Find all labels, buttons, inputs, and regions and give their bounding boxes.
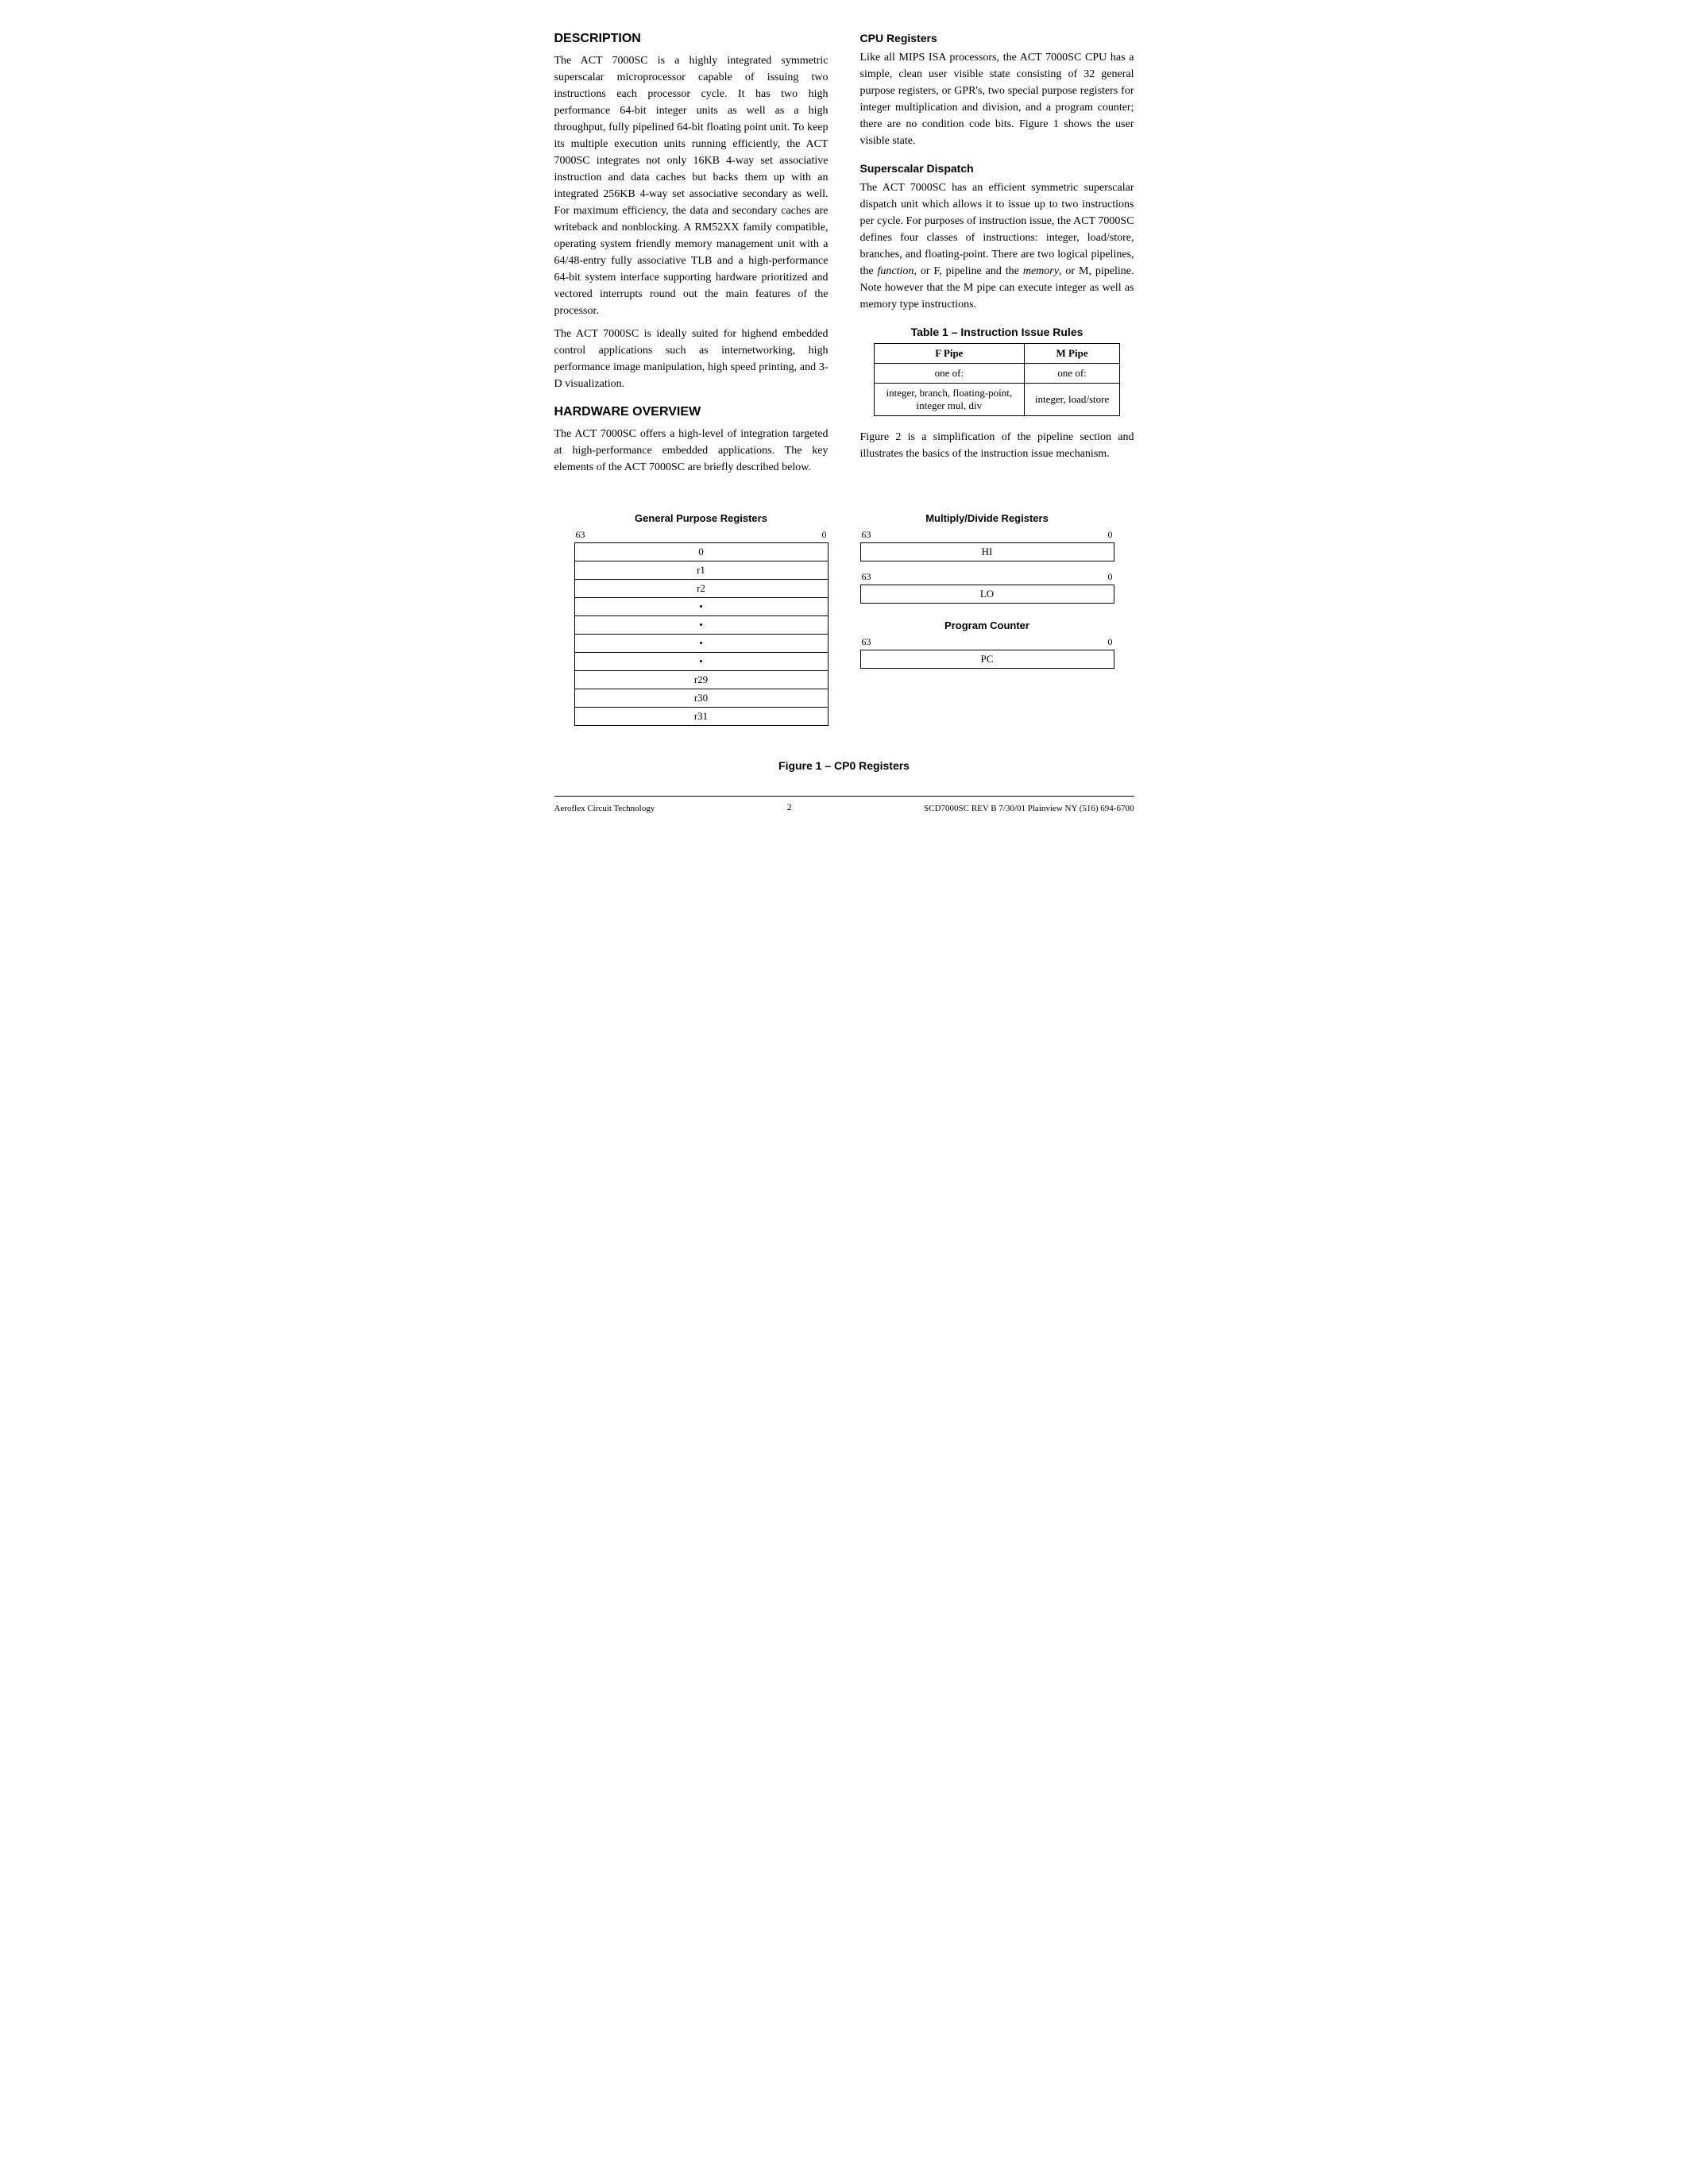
- description-para2: The ACT 7000SC is ideally suited for hig…: [554, 326, 829, 392]
- description-section: DESCRIPTION The ACT 7000SC is a highly i…: [554, 32, 829, 392]
- right-diagrams: Multiply/Divide Registers 63 0 HI 63 0 L…: [860, 512, 1114, 735]
- gpr-row-dot2: •: [574, 615, 829, 634]
- gpr-bit-high: 63: [576, 529, 585, 541]
- hi-bit-high: 63: [862, 529, 871, 541]
- superscalar-title: Superscalar Dispatch: [860, 162, 1134, 175]
- hi-bit-low: 0: [1108, 529, 1113, 541]
- hardware-section: HARDWARE OVERVIEW The ACT 7000SC offers …: [554, 405, 829, 476]
- gpr-register-group: 0 r1 r2 • • • • r29 r30 r31: [574, 542, 829, 726]
- pc-row: PC: [860, 650, 1114, 669]
- pc-register-group: 63 0 PC: [860, 636, 1114, 669]
- figure-para: Figure 2 is a simplification of the pipe…: [860, 429, 1134, 462]
- pc-title: Program Counter: [860, 619, 1114, 631]
- table-row2-col1: integer, branch, floating-point,integer …: [874, 384, 1024, 416]
- hardware-title: HARDWARE OVERVIEW: [554, 405, 829, 419]
- right-column: CPU Registers Like all MIPS ISA processo…: [860, 32, 1134, 488]
- footer: Aeroflex Circuit Technology 2 SCD7000SC …: [554, 796, 1134, 813]
- gpr-title: General Purpose Registers: [574, 512, 829, 524]
- gpr-row-dot4: •: [574, 652, 829, 670]
- hi-bit-header: 63 0: [860, 529, 1114, 541]
- md-title: Multiply/Divide Registers: [860, 512, 1114, 524]
- hardware-para1: The ACT 7000SC offers a high-level of in…: [554, 426, 829, 476]
- footer-left: Aeroflex Circuit Technology: [554, 804, 655, 813]
- gpr-row-dot1: •: [574, 597, 829, 615]
- description-title: DESCRIPTION: [554, 32, 829, 46]
- table-row2-col2: integer, load/store: [1024, 384, 1119, 416]
- gpr-bit-header: 63 0: [574, 529, 829, 541]
- main-content: DESCRIPTION The ACT 7000SC is a highly i…: [554, 32, 1134, 488]
- table-col2-header: M Pipe: [1024, 344, 1119, 364]
- footer-center: 2: [787, 801, 792, 813]
- lo-bit-header: 63 0: [860, 571, 1114, 583]
- cpu-registers-section: CPU Registers Like all MIPS ISA processo…: [860, 32, 1134, 149]
- table-row1-col2: one of:: [1024, 364, 1119, 384]
- description-para1: The ACT 7000SC is a highly integrated sy…: [554, 52, 829, 319]
- hi-row: HI: [860, 542, 1114, 561]
- lo-row: LO: [860, 585, 1114, 604]
- gpr-row-r2: r2: [574, 579, 829, 597]
- gpr-row-0: 0: [574, 542, 829, 561]
- table-row1-col1: one of:: [874, 364, 1024, 384]
- table-row-1: one of: one of:: [874, 364, 1120, 384]
- lo-bit-low: 0: [1108, 571, 1113, 583]
- gpr-row-r1: r1: [574, 561, 829, 579]
- table-col1-header: F Pipe: [874, 344, 1024, 364]
- table-row-2: integer, branch, floating-point,integer …: [874, 384, 1120, 416]
- hi-register-group: 63 0 HI: [860, 529, 1114, 561]
- cpu-registers-title: CPU Registers: [860, 32, 1134, 44]
- pc-bit-low: 0: [1108, 636, 1113, 648]
- superscalar-section: Superscalar Dispatch The ACT 7000SC has …: [860, 162, 1134, 313]
- pc-bit-header: 63 0: [860, 636, 1114, 648]
- figure-caption: Figure 1 – CP0 Registers: [554, 759, 1134, 772]
- footer-right: SCD7000SC REV B 7/30/01 Plainview NY (51…: [924, 804, 1134, 813]
- page: DESCRIPTION The ACT 7000SC is a highly i…: [554, 32, 1134, 813]
- gpr-bit-low: 0: [822, 529, 827, 541]
- pc-bit-high: 63: [862, 636, 871, 648]
- superscalar-para1: The ACT 7000SC has an efficient symmetri…: [860, 179, 1134, 313]
- gpr-row-r29: r29: [574, 670, 829, 689]
- gpr-row-r30: r30: [574, 689, 829, 707]
- gpr-row-dot3: •: [574, 634, 829, 652]
- table1-title: Table 1 – Instruction Issue Rules: [860, 326, 1134, 338]
- gpr-diagram: General Purpose Registers 63 0 0 r1 r2 •…: [574, 512, 829, 735]
- table1-section: Table 1 – Instruction Issue Rules F Pipe…: [860, 326, 1134, 416]
- instruction-issue-table: F Pipe M Pipe one of: one of: integer, b…: [874, 343, 1121, 416]
- lo-register-group: 63 0 LO: [860, 571, 1114, 604]
- gpr-row-r31: r31: [574, 707, 829, 726]
- left-column: DESCRIPTION The ACT 7000SC is a highly i…: [554, 32, 829, 488]
- cpu-registers-para1: Like all MIPS ISA processors, the ACT 70…: [860, 49, 1134, 149]
- diagrams-section: General Purpose Registers 63 0 0 r1 r2 •…: [554, 512, 1134, 735]
- lo-bit-high: 63: [862, 571, 871, 583]
